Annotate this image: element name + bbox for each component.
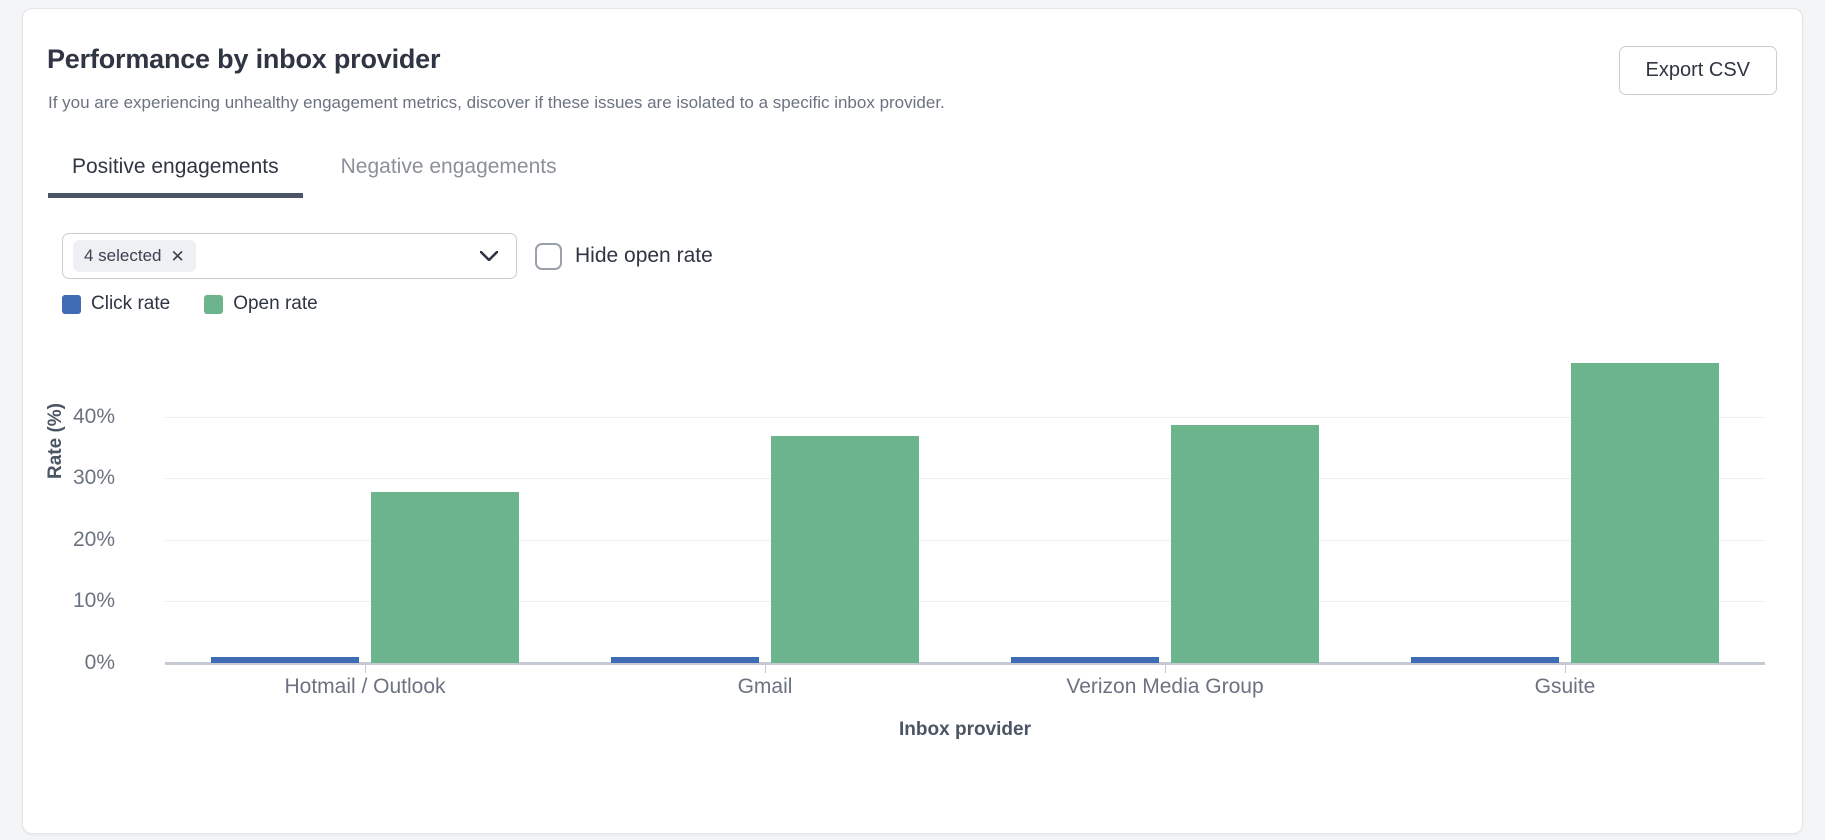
bar-open-rate[interactable] [1571, 363, 1719, 663]
open-rate-swatch-icon [204, 295, 223, 314]
selected-count-chip[interactable]: 4 selected ✕ [73, 240, 196, 272]
bar-click-rate[interactable] [1411, 657, 1559, 663]
bar-open-rate[interactable] [1171, 425, 1319, 663]
bar-open-rate[interactable] [371, 492, 519, 663]
provider-multiselect[interactable]: 4 selected ✕ [62, 233, 517, 279]
x-axis-tick-mark [365, 664, 366, 673]
x-axis-tick-mark [765, 664, 766, 673]
y-axis-tick-label: 40% [22, 405, 115, 429]
y-axis-tick-label: 0% [22, 651, 115, 675]
export-csv-button[interactable]: Export CSV [1619, 46, 1777, 95]
chevron-down-icon[interactable] [480, 251, 498, 261]
tab-bar: Positive engagements Negative engagement… [48, 149, 581, 198]
hide-open-rate-toggle[interactable]: Hide open rate [535, 243, 713, 270]
legend-item-open-rate[interactable]: Open rate [204, 293, 318, 315]
click-rate-swatch-icon [62, 295, 81, 314]
page-title: Performance by inbox provider [47, 44, 440, 75]
gridline [165, 478, 1765, 479]
performance-card: Performance by inbox provider If you are… [22, 8, 1803, 834]
bar-click-rate[interactable] [211, 657, 359, 663]
x-axis-tick-mark [1565, 664, 1566, 673]
gridline [165, 417, 1765, 418]
legend-item-click-rate[interactable]: Click rate [62, 293, 170, 315]
legend-label-click-rate: Click rate [91, 293, 170, 315]
screen: Performance by inbox provider If you are… [0, 0, 1825, 840]
bar-chart: Rate (%) 0%10%20%30%40% Inbox provider H… [23, 329, 1803, 759]
bar-click-rate[interactable] [611, 657, 759, 663]
y-axis-tick-label: 20% [22, 528, 115, 552]
x-axis-tick-label: Verizon Media Group [1066, 675, 1263, 699]
x-axis-tick-label: Gsuite [1535, 675, 1596, 699]
bar-click-rate[interactable] [1011, 657, 1159, 663]
x-axis-tick-label: Hotmail / Outlook [284, 675, 445, 699]
controls-row: 4 selected ✕ Hide open rate [62, 233, 713, 279]
y-axis-tick-label: 10% [22, 589, 115, 613]
x-axis-tick-mark [1165, 664, 1166, 673]
page-subtitle: If you are experiencing unhealthy engage… [48, 93, 945, 113]
hide-open-rate-checkbox[interactable] [535, 243, 562, 270]
chart-legend: Click rate Open rate [62, 293, 318, 315]
bar-open-rate[interactable] [771, 436, 919, 663]
hide-open-rate-label: Hide open rate [575, 244, 713, 268]
plot-area: 0%10%20%30%40% [165, 343, 1765, 663]
x-axis-tick-label: Gmail [738, 675, 793, 699]
legend-label-open-rate: Open rate [233, 293, 318, 315]
selected-count-label: 4 selected [84, 246, 162, 266]
tab-negative-engagements[interactable]: Negative engagements [317, 149, 581, 198]
close-icon[interactable]: ✕ [171, 248, 185, 265]
x-axis-title: Inbox provider [899, 719, 1031, 741]
tab-positive-engagements[interactable]: Positive engagements [48, 149, 303, 198]
y-axis-tick-label: 30% [22, 466, 115, 490]
